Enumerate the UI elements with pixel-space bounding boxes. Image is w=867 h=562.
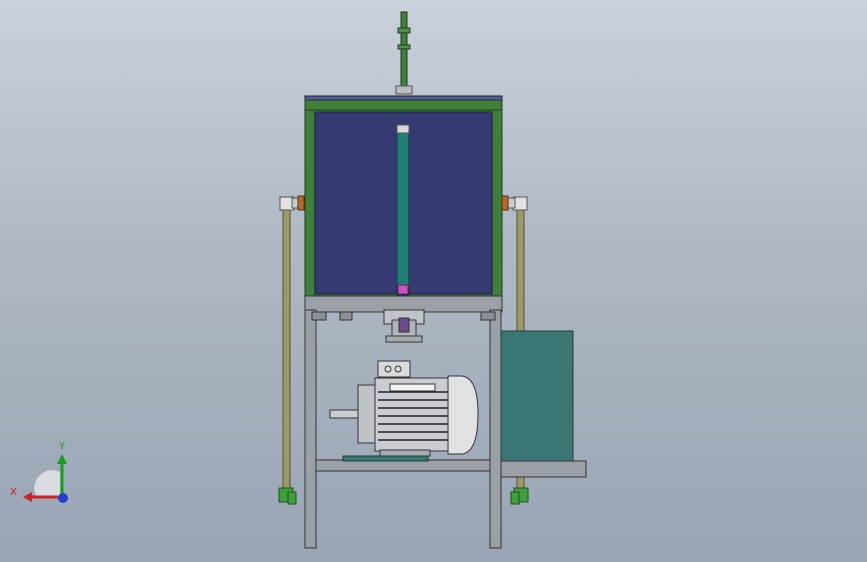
gearbox[interactable] xyxy=(383,309,425,343)
level-gauge[interactable] xyxy=(396,124,410,296)
axis-triad: X Y xyxy=(10,440,80,510)
left-pipe[interactable] xyxy=(278,195,305,505)
electric-motor[interactable] xyxy=(329,360,479,462)
z-axis-dot xyxy=(58,493,68,503)
machine-model-front-view[interactable] xyxy=(0,0,867,562)
cad-viewport[interactable]: X Y xyxy=(0,0,867,562)
vent-pipe[interactable] xyxy=(395,11,413,95)
y-axis-label: Y xyxy=(59,441,66,452)
control-cabinet[interactable] xyxy=(500,330,587,478)
axis-triad-graphic xyxy=(23,454,68,503)
x-axis-label: X xyxy=(10,487,17,498)
